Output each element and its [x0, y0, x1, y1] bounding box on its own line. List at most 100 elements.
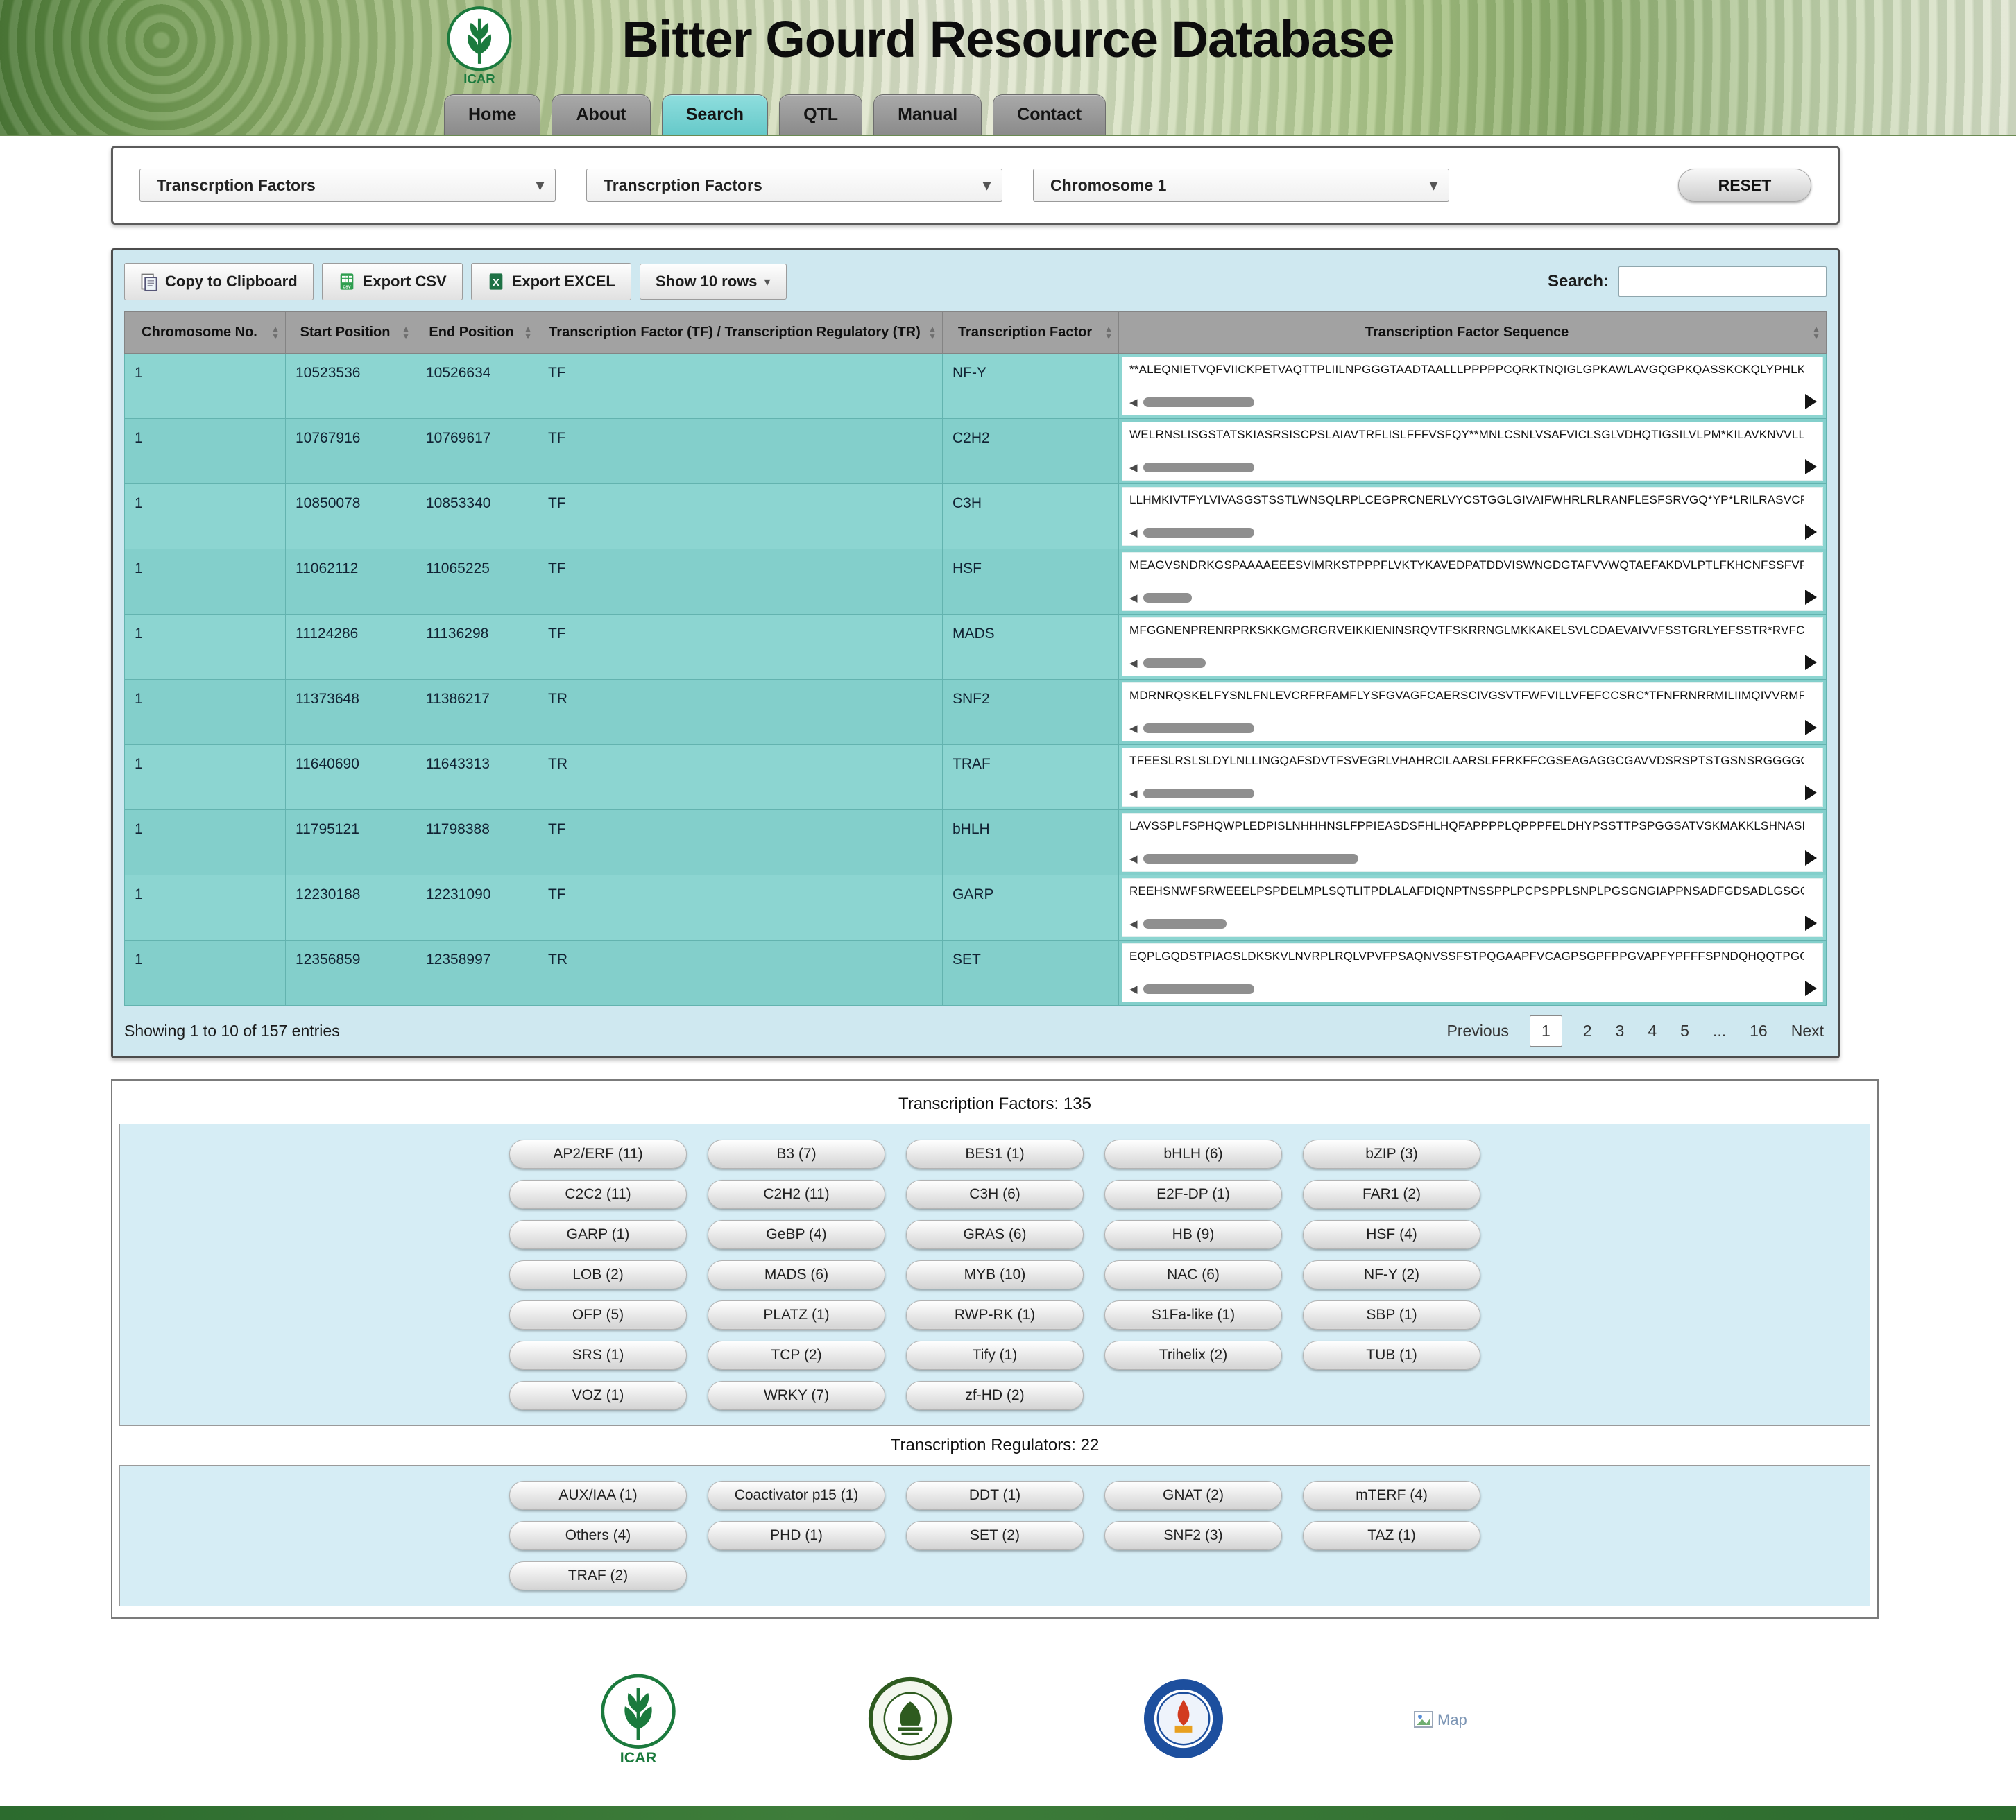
scroll-right-icon[interactable]: [1805, 459, 1817, 474]
scroll-left-icon[interactable]: ◀: [1129, 852, 1138, 865]
scroll-right-icon[interactable]: [1805, 655, 1817, 670]
tr-family-pill[interactable]: SET (2): [906, 1521, 1084, 1550]
scroll-left-icon[interactable]: ◀: [1129, 983, 1138, 995]
column-header[interactable]: Chromosome No. ▲▼: [125, 312, 286, 354]
sequence-scrollbar[interactable]: ◀: [1129, 657, 1206, 669]
scroll-left-icon[interactable]: ◀: [1129, 787, 1138, 800]
tr-family-pill[interactable]: TAZ (1): [1303, 1521, 1480, 1550]
scroll-left-icon[interactable]: ◀: [1129, 526, 1138, 539]
tf-family-pill[interactable]: bZIP (3): [1303, 1140, 1480, 1169]
tf-family-pill[interactable]: C2C2 (11): [509, 1180, 687, 1209]
sequence-scrollbar[interactable]: ◀: [1129, 918, 1227, 930]
scrollbar-thumb[interactable]: [1143, 397, 1254, 407]
tf-family-pill[interactable]: Tify (1): [906, 1341, 1084, 1370]
sort-icon[interactable]: ▲▼: [928, 325, 937, 341]
tf-family-pill[interactable]: SRS (1): [509, 1341, 687, 1370]
sort-icon[interactable]: ▲▼: [1104, 325, 1113, 341]
tf-family-pill[interactable]: PLATZ (1): [708, 1300, 885, 1330]
tf-family-pill[interactable]: HSF (4): [1303, 1220, 1480, 1249]
tr-family-pill[interactable]: AUX/IAA (1): [509, 1481, 687, 1510]
scroll-right-icon[interactable]: [1805, 590, 1817, 605]
search-input[interactable]: [1618, 266, 1827, 297]
tr-family-pill[interactable]: mTERF (4): [1303, 1481, 1480, 1510]
nav-tab[interactable]: Contact: [993, 94, 1106, 135]
tf-category-select[interactable]: Transcrption Factors ▾: [139, 169, 556, 202]
scroll-right-icon[interactable]: [1805, 916, 1817, 931]
column-header[interactable]: Start Position ▲▼: [286, 312, 416, 354]
tf-family-pill[interactable]: LOB (2): [509, 1260, 687, 1289]
tf-family-pill[interactable]: SBP (1): [1303, 1300, 1480, 1330]
sequence-scrollbar[interactable]: ◀: [1129, 983, 1254, 995]
scroll-left-icon[interactable]: ◀: [1129, 657, 1138, 669]
tf-family-pill[interactable]: C3H (6): [906, 1180, 1084, 1209]
scrollbar-thumb[interactable]: [1143, 593, 1192, 603]
sequence-scrollbar[interactable]: ◀: [1129, 526, 1254, 539]
tf-family-pill[interactable]: C2H2 (11): [708, 1180, 885, 1209]
reset-button[interactable]: RESET: [1678, 169, 1811, 202]
copy-to-clipboard-button[interactable]: Copy to Clipboard: [124, 263, 314, 300]
chromosome-select[interactable]: Chromosome 1 ▾: [1033, 169, 1449, 202]
tr-family-pill[interactable]: Coactivator p15 (1): [708, 1481, 885, 1510]
nav-tab[interactable]: QTL: [779, 94, 862, 135]
scrollbar-thumb[interactable]: [1143, 854, 1358, 864]
column-header[interactable]: Transcription Factor ▲▼: [943, 312, 1119, 354]
scroll-left-icon[interactable]: ◀: [1129, 722, 1138, 735]
column-header[interactable]: End Position ▲▼: [416, 312, 538, 354]
tf-family-pill[interactable]: TUB (1): [1303, 1341, 1480, 1370]
tf-family-pill[interactable]: FAR1 (2): [1303, 1180, 1480, 1209]
tf-family-pill[interactable]: VOZ (1): [509, 1381, 687, 1410]
page-button[interactable]: 1: [1530, 1015, 1562, 1047]
scrollbar-thumb[interactable]: [1143, 984, 1254, 994]
scroll-right-icon[interactable]: [1805, 981, 1817, 996]
page-button[interactable]: 16: [1747, 1018, 1770, 1045]
page-button[interactable]: ...: [1710, 1018, 1729, 1045]
scroll-right-icon[interactable]: [1805, 394, 1817, 409]
tr-family-pill[interactable]: DDT (1): [906, 1481, 1084, 1510]
tr-family-pill[interactable]: PHD (1): [708, 1521, 885, 1550]
sort-icon[interactable]: ▲▼: [402, 325, 410, 341]
tf-family-pill[interactable]: bHLH (6): [1104, 1140, 1282, 1169]
tf-family-pill[interactable]: E2F-DP (1): [1104, 1180, 1282, 1209]
nav-tab[interactable]: Home: [444, 94, 540, 135]
scrollbar-thumb[interactable]: [1143, 789, 1254, 798]
nav-tab[interactable]: About: [552, 94, 650, 135]
nav-tab[interactable]: Manual: [873, 94, 982, 135]
sequence-scrollbar[interactable]: ◀: [1129, 722, 1254, 735]
column-header[interactable]: Transcription Factor Sequence ▲▼: [1119, 312, 1827, 354]
sort-icon[interactable]: ▲▼: [524, 325, 532, 341]
scroll-right-icon[interactable]: [1805, 850, 1817, 866]
tf-family-pill[interactable]: RWP-RK (1): [906, 1300, 1084, 1330]
tf-family-pill[interactable]: WRKY (7): [708, 1381, 885, 1410]
tf-family-pill[interactable]: GeBP (4): [708, 1220, 885, 1249]
export-excel-button[interactable]: X Export EXCEL: [471, 263, 631, 300]
page-button[interactable]: 3: [1613, 1018, 1628, 1045]
scrollbar-thumb[interactable]: [1143, 463, 1254, 472]
tf-family-pill[interactable]: OFP (5): [509, 1300, 687, 1330]
scroll-left-icon[interactable]: ◀: [1129, 918, 1138, 930]
tf-family-pill[interactable]: MYB (10): [906, 1260, 1084, 1289]
tr-family-pill[interactable]: TRAF (2): [509, 1561, 687, 1590]
tf-family-pill[interactable]: NAC (6): [1104, 1260, 1282, 1289]
page-button[interactable]: Previous: [1444, 1018, 1511, 1045]
scroll-left-icon[interactable]: ◀: [1129, 461, 1138, 474]
scroll-left-icon[interactable]: ◀: [1129, 396, 1138, 409]
sort-icon[interactable]: ▲▼: [271, 325, 280, 341]
scrollbar-thumb[interactable]: [1143, 528, 1254, 538]
sort-icon[interactable]: ▲▼: [1812, 325, 1820, 341]
sequence-scrollbar[interactable]: ◀: [1129, 592, 1192, 604]
tf-family-pill[interactable]: MADS (6): [708, 1260, 885, 1289]
tr-family-pill[interactable]: GNAT (2): [1104, 1481, 1282, 1510]
tf-family-pill[interactable]: GRAS (6): [906, 1220, 1084, 1249]
sequence-scrollbar[interactable]: ◀: [1129, 396, 1254, 409]
scroll-left-icon[interactable]: ◀: [1129, 592, 1138, 604]
scroll-right-icon[interactable]: [1805, 720, 1817, 735]
tr-family-pill[interactable]: Others (4): [509, 1521, 687, 1550]
scroll-right-icon[interactable]: [1805, 524, 1817, 540]
nav-tab[interactable]: Search: [662, 94, 768, 135]
scroll-right-icon[interactable]: [1805, 785, 1817, 800]
scrollbar-thumb[interactable]: [1143, 723, 1254, 733]
page-button[interactable]: 2: [1580, 1018, 1595, 1045]
tf-family-pill[interactable]: AP2/ERF (11): [509, 1140, 687, 1169]
tf-family-pill[interactable]: GARP (1): [509, 1220, 687, 1249]
tf-family-pill[interactable]: TCP (2): [708, 1341, 885, 1370]
